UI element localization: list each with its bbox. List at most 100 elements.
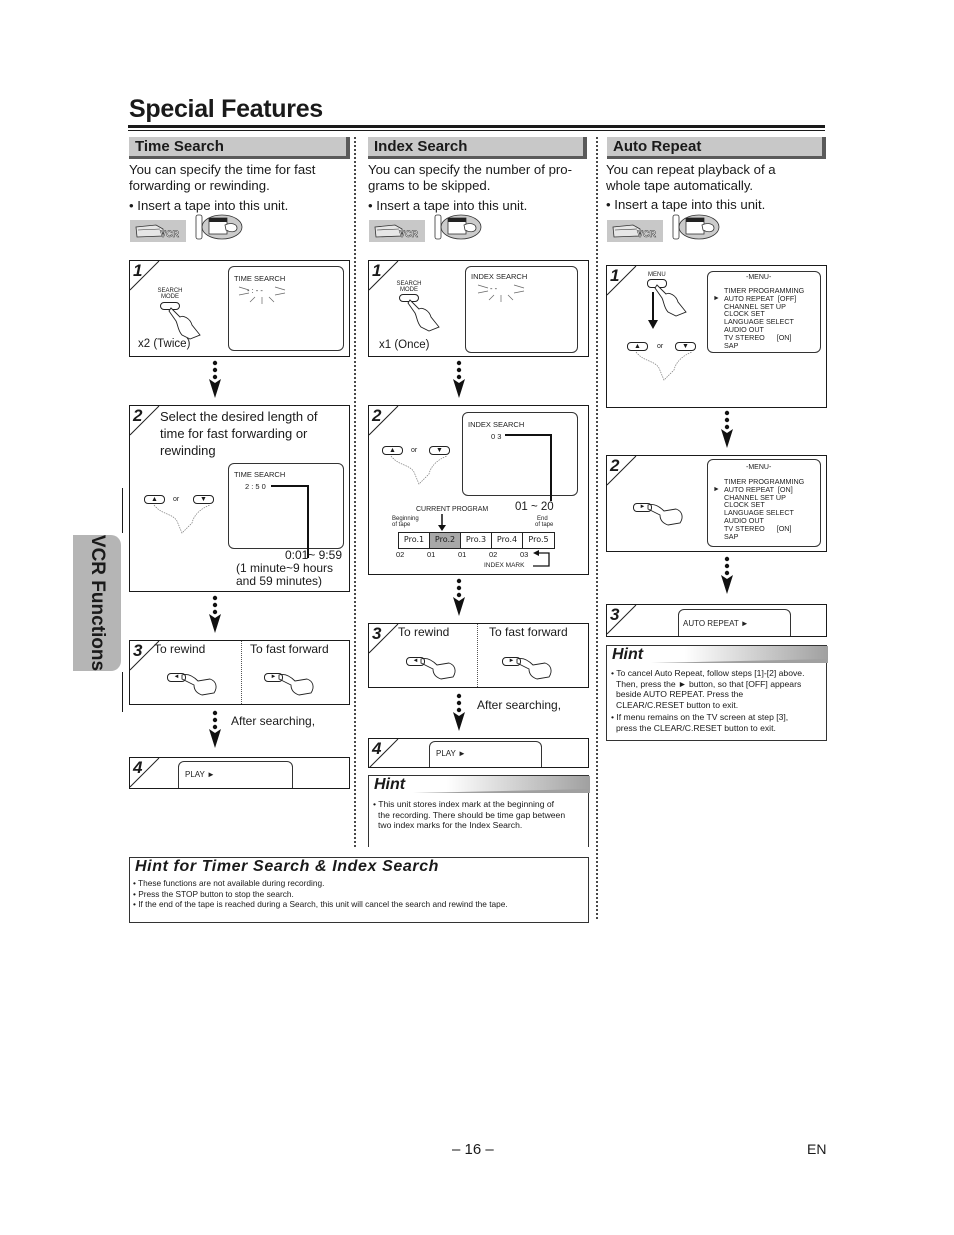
screen-title: TIME SEARCH	[234, 470, 286, 479]
intro-line: grams to be skipped.	[368, 178, 491, 193]
screen-title: INDEX SEARCH	[468, 420, 525, 429]
intro-line: You can specify the time for fast	[129, 162, 316, 177]
pressing-hand-icon	[407, 299, 440, 332]
menu-cursor: ►	[713, 486, 720, 493]
hint-line: the recording. There should be time gap …	[378, 809, 566, 820]
auto-repeat-step-2: 2 ► -MENU- ► TIMER PROGRAMMING AUTO REPEA…	[606, 455, 827, 552]
instruction-line: time for fast forwarding or	[160, 426, 308, 441]
pressing-hand-icon	[278, 674, 314, 696]
remote-vcr-button-icon	[434, 214, 482, 240]
menu-cursor: ►	[713, 295, 720, 302]
pressing-hand-icon	[153, 504, 211, 534]
menu-button-label: MENU	[648, 272, 666, 278]
menu-list: TIMER PROGRAMMING AUTO REPEAT [OFF] CHANNE…	[724, 287, 804, 349]
tv-screen: PLAY ►	[429, 741, 542, 767]
rewind-label: To rewind	[154, 642, 206, 656]
after-searching-label: After searching,	[477, 698, 562, 712]
program-cell: Pro.5	[528, 535, 549, 544]
menu-item: SAP	[724, 340, 739, 350]
screen-value: 2 : 5 0	[245, 482, 266, 491]
side-tab-label: VCR Functions	[87, 534, 108, 672]
index-mark-value: 01	[427, 550, 436, 559]
index-search-step-3: 3 To rewind To fast forward ◄ ►	[368, 623, 589, 688]
current-program-label: CURRENT PROGRAM	[416, 506, 489, 513]
screen-text: PLAY ►	[436, 749, 466, 758]
index-mark-value: 02	[489, 550, 498, 559]
time-search-heading: Time Search	[135, 138, 224, 155]
down-arrow-icon	[209, 710, 221, 748]
intro-line: You can repeat playback of a	[606, 162, 776, 177]
side-tab: VCR Functions	[73, 535, 121, 671]
index-search-hint: Hint • This unit stores index mark at th…	[368, 775, 590, 847]
menu-item: SAP	[724, 531, 739, 541]
label-line: of tape	[535, 522, 554, 528]
program-cell: Pro.4	[492, 533, 523, 548]
press-count-caption: x2 (Twice)	[138, 338, 191, 350]
time-search-step-2: 2 Select the desired length of time for …	[129, 405, 350, 592]
search-mode-label: SEARCH MODE	[394, 281, 424, 293]
auto-repeat-step-1: 1 MENU ▲ or ▼ -MENU- ► TIMER PROGRAMMING…	[606, 265, 827, 408]
search-mode-label: SEARCH MODE	[155, 288, 185, 300]
language-label: EN	[807, 1141, 827, 1157]
auto-repeat-hint: Hint • To cancel Auto Repeat, follow ste…	[606, 645, 828, 741]
menu-screen: -MENU- ► TIMER PROGRAMMING AUTO REPEAT [O…	[707, 271, 821, 353]
label-line: of tape	[392, 522, 411, 528]
down-arrow-icon	[648, 292, 658, 329]
hint-line: • These functions are not available duri…	[133, 878, 325, 888]
tv-screen: AUTO REPEAT ►	[678, 609, 791, 636]
hint-line: • This unit stores index mark at the beg…	[373, 799, 555, 809]
down-arrow-icon	[453, 693, 465, 731]
button-label: MODE	[161, 294, 179, 300]
down-arrow-icon	[453, 360, 465, 398]
program-cell: Pro.1	[399, 533, 430, 548]
callout-line	[505, 434, 552, 501]
step-number: 1	[133, 261, 143, 280]
index-search-step-4: 4 PLAY ►	[368, 738, 589, 768]
vcr-mode-badge-icon	[369, 220, 425, 242]
step-number: 4	[372, 739, 382, 758]
hint-line: • If menu remains on the TV screen at st…	[611, 712, 789, 723]
tv-screen: PLAY ►	[178, 761, 293, 788]
time-search-step-3: 3 To rewind To fast forward ◄ ►	[129, 640, 350, 705]
menu-title: -MENU-	[746, 274, 772, 281]
intro-line: You can specify the number of pro-	[368, 162, 573, 177]
down-arrow-icon	[209, 360, 221, 398]
pressing-hand-icon	[516, 658, 552, 680]
after-searching-label: After searching,	[231, 714, 316, 728]
step-number: 3	[610, 605, 620, 624]
intro-line: whole tape automatically.	[606, 178, 754, 193]
step-number: 3	[372, 624, 382, 643]
range-note-line: and 59 minutes)	[236, 574, 323, 588]
screen-text: AUTO REPEAT ►	[683, 619, 749, 628]
index-search-step-1: 1 SEARCH MODE x1 (Once) INDEX SEARCH - -	[368, 260, 589, 357]
hint-title: Hint	[612, 646, 644, 663]
rewind-label: To rewind	[398, 625, 450, 639]
vcr-mode-badge-icon	[607, 220, 663, 242]
auto-repeat-step-3: 3 AUTO REPEAT ►	[606, 604, 827, 637]
step-number: 4	[133, 758, 143, 777]
step-number: 3	[133, 641, 143, 660]
tv-screen: INDEX SEARCH - -	[465, 266, 578, 353]
hint-line: two index marks for the Index Search.	[378, 820, 523, 831]
hint-line: • Press the STOP button to stop the sear…	[133, 888, 294, 899]
pressing-hand-icon	[635, 351, 693, 381]
auto-repeat-bullet: • Insert a tape into this unit.	[606, 197, 766, 212]
instruction-line: rewinding	[160, 443, 216, 458]
index-search-bullet: • Insert a tape into this unit.	[368, 198, 528, 213]
program-cell: Pro.3	[461, 533, 492, 548]
hint-title: Hint for Timer Search & Index Search	[135, 858, 440, 875]
title-rule-thin	[128, 130, 825, 131]
index-mark-arrow	[533, 550, 550, 567]
column-separator	[596, 136, 598, 920]
time-search-step-1: 1 SEARCH MODE x2 (Twice) TIME SEARCH - :…	[129, 260, 350, 357]
time-range-note: (1 minute~9 hours and 59 minutes)	[236, 562, 333, 588]
screen-value: 0 3	[491, 432, 502, 441]
fast-forward-label: To fast forward	[250, 642, 329, 656]
index-mark-value: 01	[458, 550, 467, 559]
auto-repeat-intro: You can repeat playback of a whole tape …	[606, 162, 831, 194]
divider	[477, 624, 478, 687]
auto-repeat-header: Auto Repeat	[607, 137, 826, 159]
pressing-hand-icon	[654, 284, 687, 317]
down-arrow-icon	[721, 410, 733, 448]
blinking-icon	[238, 286, 286, 304]
